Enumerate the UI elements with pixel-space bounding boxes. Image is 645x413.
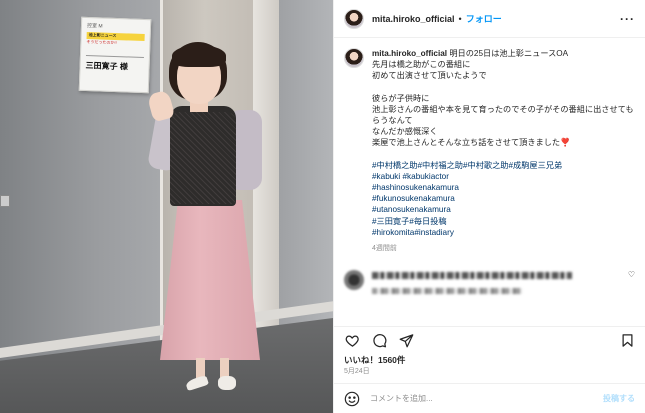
caption-username[interactable]: mita.hiroko_official: [372, 49, 447, 58]
caption-line: 彼らが子供時に: [372, 93, 430, 103]
sign-room-label: 控室 M: [86, 23, 103, 30]
comment-icon[interactable]: [371, 333, 387, 349]
hashtag-link[interactable]: #utanosukenakamura: [372, 204, 634, 215]
likes-count[interactable]: いいね！1560件: [334, 354, 645, 366]
hashtag-link[interactable]: #hirokomita#instadiary: [372, 227, 634, 238]
hashtag-link[interactable]: #三田寛子#毎日投稿: [372, 216, 634, 227]
person-shoe-right: [218, 376, 236, 390]
caption-line: 池上彰さんの番組や本を見て育ったのでその子がその番組に出させてもらうなんて: [372, 104, 634, 126]
hashtag-link[interactable]: #中村橋之助#中村福之助#中村歌之助#成駒屋三兄弟: [372, 160, 634, 171]
comment-input[interactable]: [370, 394, 603, 403]
photo-door-handle: [0, 195, 10, 207]
bookmark-icon[interactable]: [619, 333, 635, 349]
caption-line: 先月は橋之助がこの番組に: [372, 60, 471, 70]
caption-row: mita.hiroko_official 明日の25日は池上彰ニュースOA 先月…: [344, 48, 635, 254]
caption-line: なんだか感慨深く: [372, 127, 438, 137]
post-side-panel: mita.hiroko_official • フォロー ··· mita.hir…: [333, 0, 645, 413]
hashtag-link[interactable]: #kabuki #kabukiactor: [372, 171, 634, 182]
hashtag-link[interactable]: #fukunosukenakamura: [372, 193, 634, 204]
caption-time-ago: 4週間前: [372, 245, 397, 253]
blurred-comment: ♡: [344, 270, 635, 295]
person-top-pattern: [170, 112, 236, 204]
follow-button[interactable]: フォロー: [466, 12, 502, 25]
caption-body: mita.hiroko_official 明日の25日は池上彰ニュースOA 先月…: [372, 48, 634, 254]
author-avatar[interactable]: [344, 8, 364, 29]
caption-line: 初めて出演させて頂いたようで: [372, 71, 487, 81]
comment-heart-icon[interactable]: ♡: [628, 270, 635, 279]
post-comment-button[interactable]: 投稿する: [603, 393, 635, 404]
post-photo[interactable]: 控室 M 池上彰ニュース そうだったのか!! 三田寛子 様: [0, 0, 333, 413]
caption-line: 楽屋で池上さんとそんな立ち話をさせて頂きました❣️: [372, 138, 571, 148]
action-bar: [334, 326, 645, 354]
blurred-comment-text: [372, 270, 572, 295]
post-header: mita.hiroko_official • フォロー ···: [334, 0, 645, 38]
caption-author-avatar[interactable]: [344, 48, 364, 68]
commenter-avatar[interactable]: [344, 270, 364, 291]
more-options-icon[interactable]: ···: [620, 12, 635, 26]
post-date: 5月24日: [344, 368, 370, 375]
blur-line: [372, 288, 522, 295]
blur-line: [372, 272, 572, 280]
author-username[interactable]: mita.hiroko_official: [372, 14, 455, 24]
emoji-icon[interactable]: [344, 391, 360, 407]
hashtag-list: #中村橋之助#中村福之助#中村歌之助#成駒屋三兄弟 #kabuki #kabuk…: [372, 160, 634, 238]
dressing-room-sign: 控室 M 池上彰ニュース そうだったのか!! 三田寛子 様: [78, 16, 152, 94]
hashtag-link[interactable]: #hashinosukenakamura: [372, 182, 634, 193]
comment-composer: 投稿する: [334, 383, 645, 413]
caption-line: 明日の25日は池上彰ニュースOA: [449, 49, 569, 58]
heart-icon[interactable]: [344, 333, 360, 349]
share-icon[interactable]: [398, 333, 414, 349]
caption-area: mita.hiroko_official 明日の25日は池上彰ニュースOA 先月…: [334, 38, 645, 326]
sign-show-sub-label: そうだったのか!!: [86, 38, 117, 45]
header-separator: •: [458, 13, 462, 24]
instagram-post-view: 控室 M 池上彰ニュース そうだったのか!! 三田寛子 様 mita.hirok…: [0, 0, 645, 413]
person-bangs: [172, 45, 226, 67]
sign-name-label: 三田寛子 様: [85, 54, 144, 73]
